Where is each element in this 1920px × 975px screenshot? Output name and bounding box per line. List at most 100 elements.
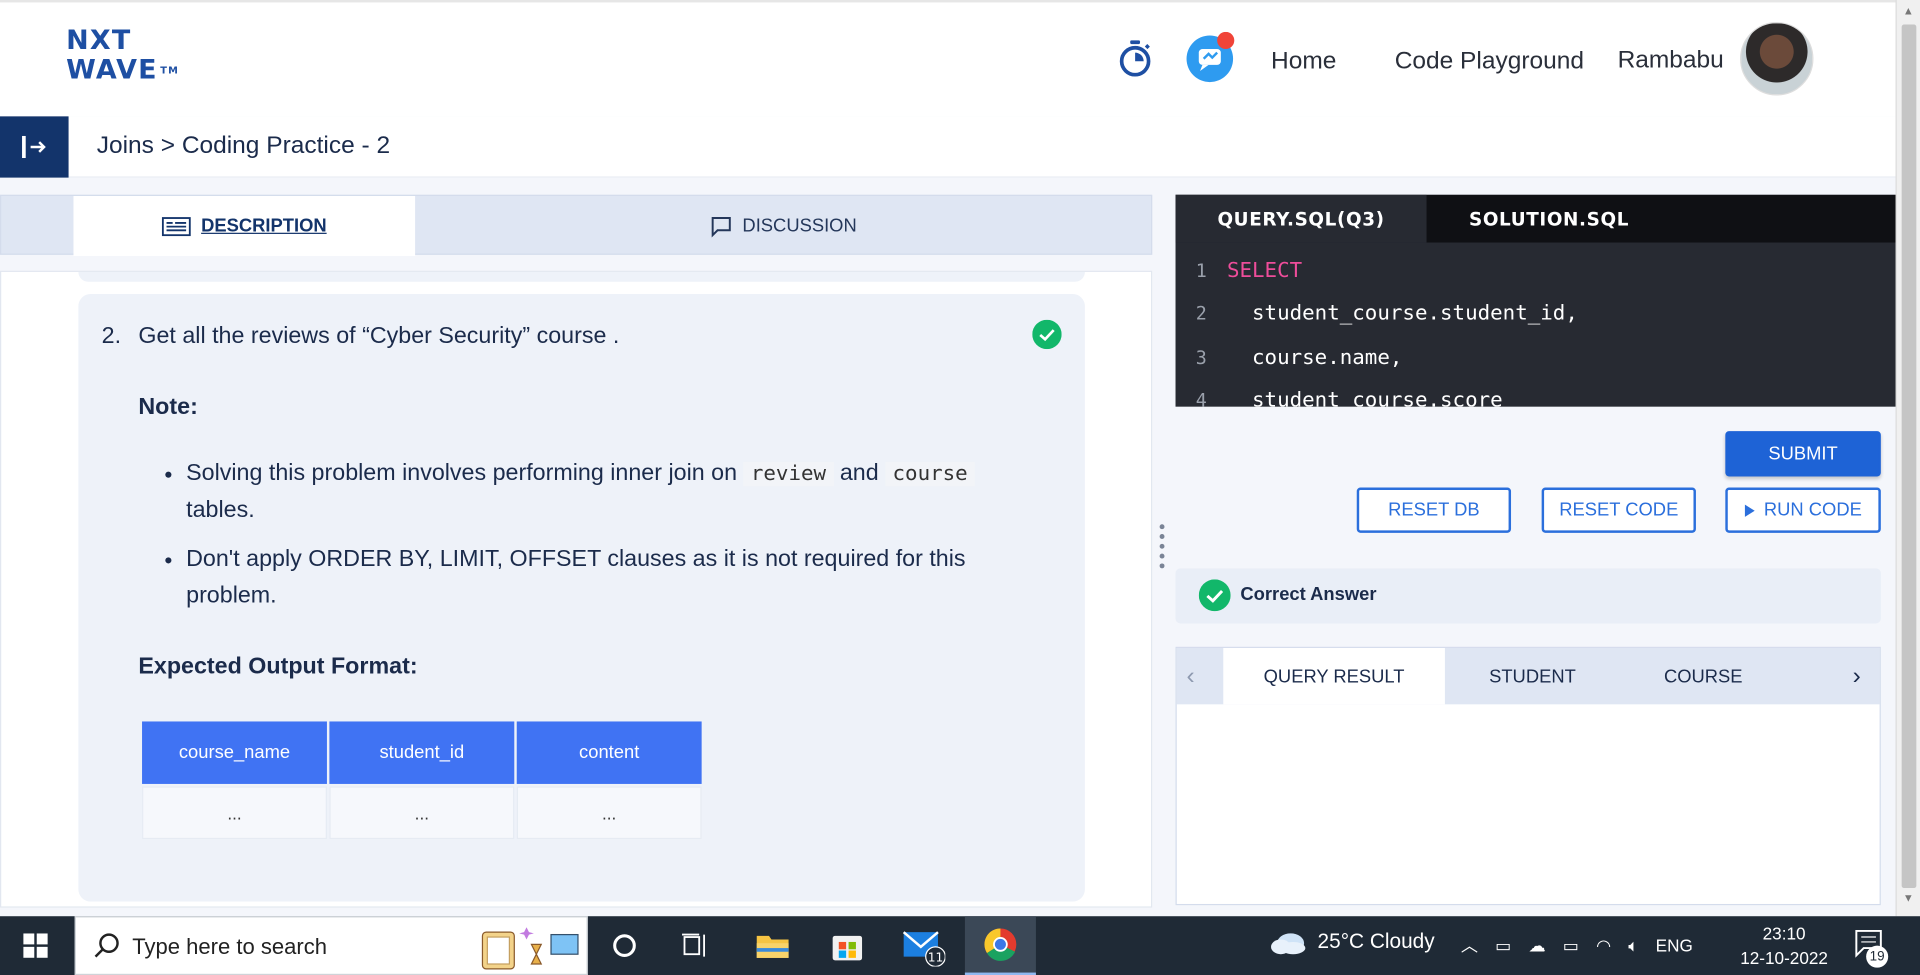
- tab-solution-sql[interactable]: SOLUTION.SQL: [1427, 195, 1672, 243]
- code-text: student_course.score: [1226, 388, 1503, 407]
- code-lines[interactable]: 1 SELECT 2 student_course.student_id, 3 …: [1176, 249, 1896, 407]
- task-view-icon[interactable]: [666, 916, 725, 975]
- result-tabbar: ‹ QUERY RESULT STUDENT COURSE ›: [1176, 647, 1880, 705]
- reset-code-button[interactable]: RESET CODE: [1541, 487, 1696, 533]
- scroll-down-arrow-icon[interactable]: ▼: [1903, 892, 1914, 904]
- note-item-text: Solving this problem involves performing…: [186, 460, 738, 487]
- language-indicator[interactable]: ENG: [1656, 936, 1693, 956]
- submit-button[interactable]: SUBMIT: [1725, 431, 1881, 477]
- scroll-up-arrow-icon[interactable]: ▲: [1903, 5, 1914, 17]
- logo-line-2: WAVE TM: [66, 56, 188, 85]
- microsoft-store-icon[interactable]: [818, 916, 877, 975]
- line-number: 1: [1195, 259, 1207, 282]
- cortana-icon[interactable]: [595, 916, 654, 975]
- chat-notification-icon[interactable]: [1185, 31, 1236, 83]
- play-icon: [1745, 504, 1756, 517]
- cloudy-icon: [1271, 933, 1306, 955]
- result-panel: ‹ QUERY RESULT STUDENT COURSE ›: [1175, 646, 1881, 906]
- nav-home-link[interactable]: Home: [1271, 48, 1336, 76]
- battery-icon[interactable]: ▭: [1563, 935, 1579, 956]
- wifi-icon[interactable]: ◠: [1596, 935, 1611, 956]
- top-header: NXT WAVE TM Home Code Playground Rambabu: [0, 0, 1896, 117]
- result-status-banner: Correct Answer: [1175, 568, 1881, 624]
- tab-student[interactable]: STUDENT: [1445, 648, 1620, 704]
- tab-discussion[interactable]: DISCUSSION: [415, 196, 1152, 256]
- table-header-cell: student_id: [329, 721, 515, 784]
- note-item-text: and: [839, 460, 879, 487]
- page-scrollbar[interactable]: ▲ ▼: [1895, 0, 1920, 917]
- code-line: 2 student_course.student_id,: [1176, 292, 1896, 335]
- code-text: course.name,: [1226, 345, 1403, 370]
- note-list: Solving this problem involves performing…: [162, 456, 1019, 627]
- inline-code-course: course: [885, 462, 976, 487]
- windows-logo-icon: [23, 933, 48, 958]
- mail-icon[interactable]: 11: [894, 916, 953, 975]
- reset-db-button[interactable]: RESET DB: [1356, 487, 1512, 533]
- scrollbar-thumb[interactable]: [1901, 24, 1917, 889]
- table-header-cell: content: [516, 721, 702, 784]
- tab-query-sql[interactable]: QUERY.SQL(Q3): [1175, 194, 1427, 243]
- question-text: Get all the reviews of “Cyber Security” …: [138, 323, 620, 350]
- user-name[interactable]: Rambabu: [1618, 47, 1724, 75]
- chrome-taskbar-icon[interactable]: [964, 916, 1036, 975]
- table-cell: ...: [329, 786, 515, 840]
- sidebar-toggle-button[interactable]: [0, 116, 69, 178]
- stopwatch-icon[interactable]: [1117, 39, 1154, 78]
- search-placeholder: Type here to search: [132, 934, 328, 960]
- weather-widget[interactable]: 25°C Cloudy: [1269, 928, 1435, 955]
- discussion-icon: [712, 216, 732, 237]
- file-explorer-icon[interactable]: [743, 916, 802, 975]
- description-panel[interactable]: 2. Get all the reviews of “Cyber Securit…: [0, 270, 1153, 908]
- completed-check-icon: [1032, 319, 1062, 350]
- code-text: student_course.student_id,: [1226, 301, 1578, 327]
- logo-trademark: TM: [160, 64, 180, 76]
- show-hidden-icons-icon[interactable]: ︿: [1461, 933, 1478, 957]
- clock-date: 12-10-2022: [1740, 948, 1828, 968]
- table-cell: ...: [142, 786, 327, 840]
- code-line: 4 student_course.score: [1176, 379, 1896, 407]
- code-text: SELECT: [1226, 258, 1303, 283]
- clock-time: 23:10: [1762, 923, 1806, 944]
- weather-text: 25°C Cloudy: [1317, 929, 1435, 953]
- editor-tabs: QUERY.SQL(Q3) SOLUTION.SQL: [1175, 194, 1896, 243]
- tab-description[interactable]: DESCRIPTION: [73, 195, 416, 257]
- line-number: 2: [1195, 302, 1207, 325]
- tab-description-label: DESCRIPTION: [201, 215, 327, 237]
- code-editor[interactable]: QUERY.SQL(Q3) SOLUTION.SQL 1 SELECT 2 st…: [1175, 194, 1896, 407]
- onedrive-icon[interactable]: ☁: [1528, 935, 1545, 956]
- windows-start-button[interactable]: [0, 916, 71, 975]
- table-row: ... ... ...: [142, 786, 702, 840]
- windows-taskbar: Type here to search 11 25°C Cloudy ︿ ▭ ☁…: [0, 916, 1920, 975]
- table-header-row: course_name student_id content: [142, 721, 702, 784]
- success-check-icon: [1198, 579, 1231, 612]
- note-item: Solving this problem involves performing…: [186, 456, 1019, 529]
- taskbar-search-box[interactable]: Type here to search: [74, 916, 588, 975]
- system-tray: ︿ ▭ ☁ ▭ ◠ 🔈︎ ENG: [1461, 933, 1693, 957]
- mail-badge-count: 11: [928, 951, 944, 965]
- note-heading: Note:: [138, 394, 198, 421]
- nxtwave-logo[interactable]: NXT WAVE TM: [66, 26, 188, 91]
- chevron-right-icon[interactable]: ›: [1853, 663, 1861, 691]
- question-card: 2. Get all the reviews of “Cyber Securit…: [78, 293, 1085, 902]
- search-highlight-illustration-icon: [481, 927, 579, 970]
- chevron-left-icon[interactable]: ‹: [1187, 663, 1195, 691]
- panel-resize-handle[interactable]: [1159, 524, 1167, 580]
- volume-icon[interactable]: 🔈︎: [1628, 935, 1638, 956]
- notification-center-icon[interactable]: 19: [1854, 928, 1889, 968]
- run-code-button[interactable]: RUN CODE: [1725, 487, 1881, 533]
- line-number: 3: [1195, 346, 1207, 369]
- inline-code-review: review: [743, 462, 834, 487]
- problem-tabs: DESCRIPTION DISCUSSION: [0, 194, 1153, 257]
- tab-query-result[interactable]: QUERY RESULT: [1223, 647, 1445, 705]
- description-icon: [162, 216, 192, 236]
- code-line: 1 SELECT: [1176, 249, 1896, 292]
- taskbar-clock[interactable]: 23:10 12-10-2022: [1729, 921, 1839, 970]
- user-avatar[interactable]: [1740, 22, 1814, 96]
- nav-code-playground-link[interactable]: Code Playground: [1395, 48, 1584, 76]
- meet-now-icon[interactable]: ▭: [1495, 935, 1511, 956]
- question-number: 2.: [101, 323, 122, 350]
- expected-output-table: course_name student_id content ... ... .…: [140, 719, 704, 841]
- tab-course[interactable]: COURSE: [1620, 648, 1787, 704]
- tab-discussion-label: DISCUSSION: [742, 215, 857, 237]
- previous-question-card: [78, 271, 1085, 282]
